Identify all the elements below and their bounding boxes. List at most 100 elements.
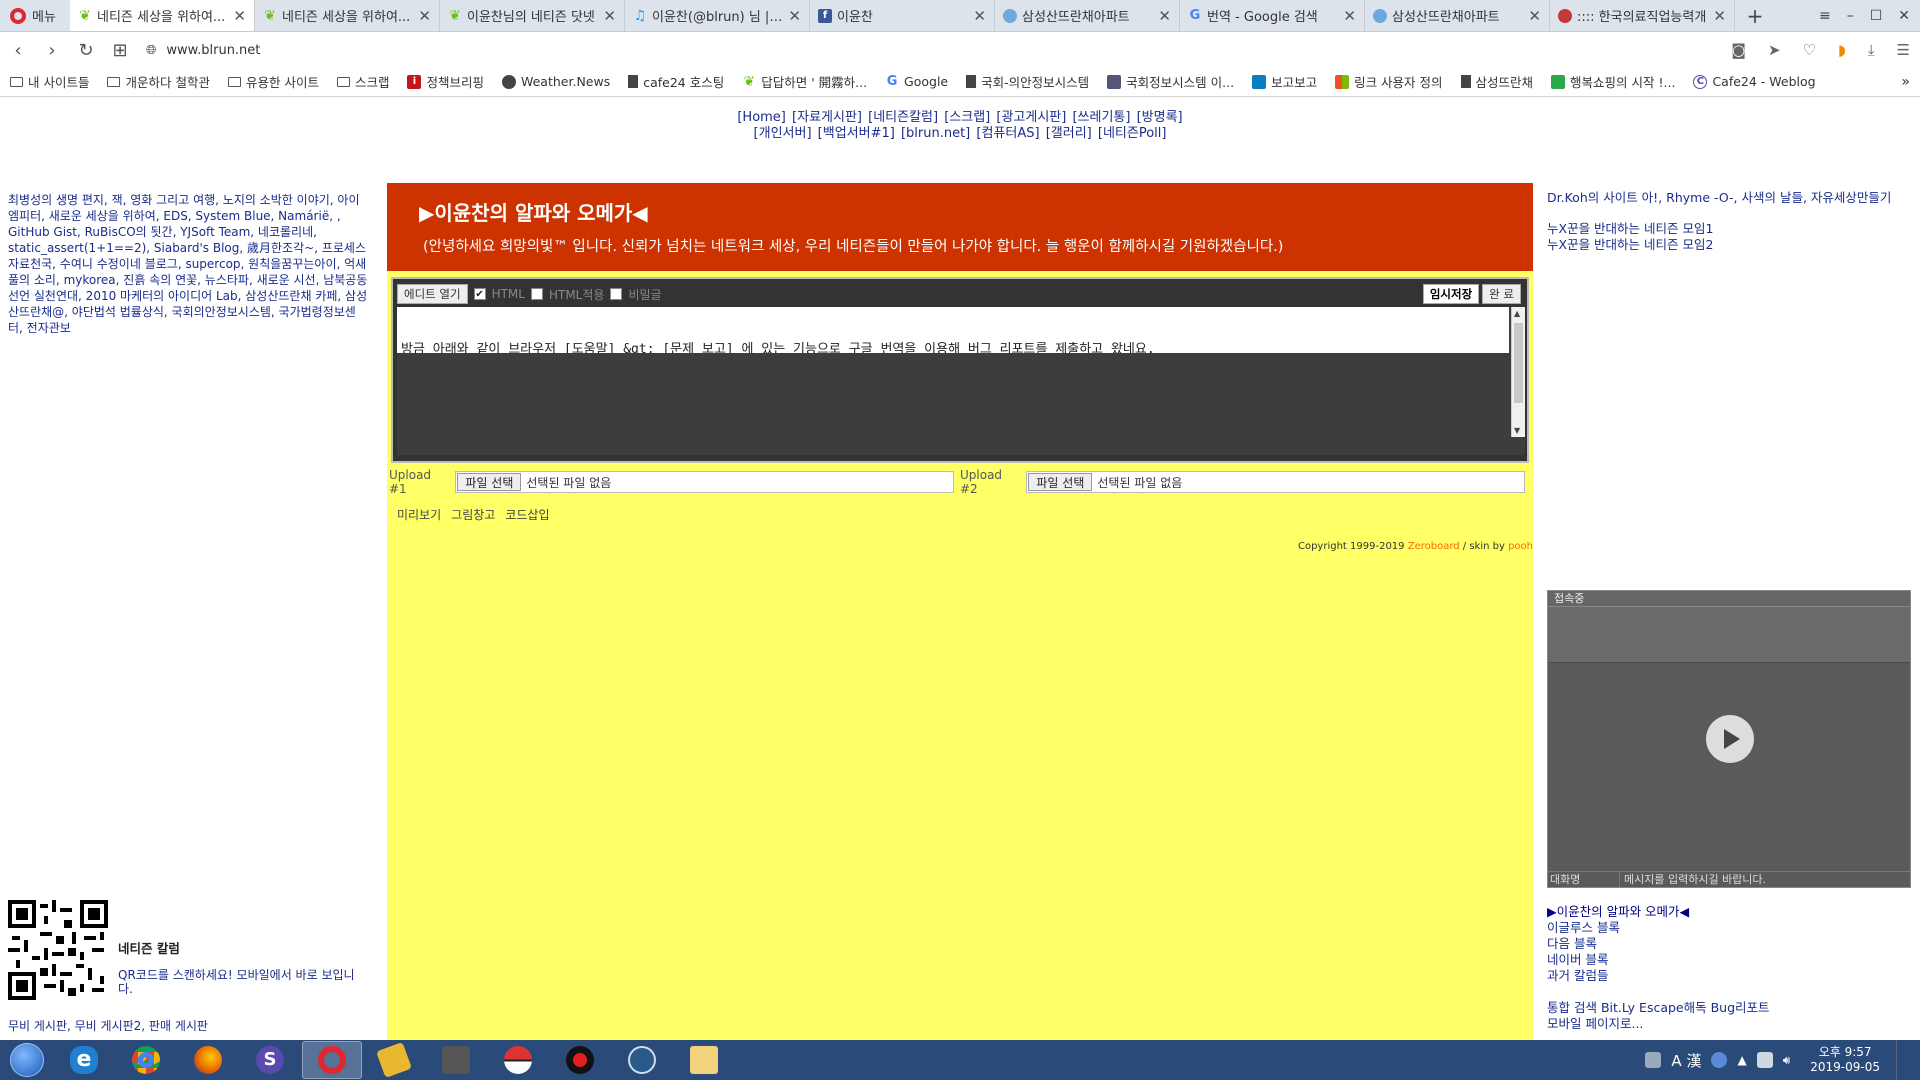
close-icon[interactable]: ✕ bbox=[418, 7, 431, 25]
bookmark-item[interactable]: cafe24 호스팅 bbox=[628, 72, 724, 91]
upload-2-button[interactable]: 파일 선택 bbox=[1028, 473, 1093, 491]
forward-icon[interactable]: › bbox=[44, 40, 60, 61]
bookmark-item[interactable]: 유용한 사이트 bbox=[227, 72, 319, 91]
temp-save-button[interactable]: 임시저장 bbox=[1422, 284, 1480, 304]
friend-links[interactable]: 최병성의 생명 편지, 잭, 영화 그리고 여행, 노지의 소박한 이야기, 아… bbox=[8, 192, 370, 336]
back-icon[interactable]: ‹ bbox=[10, 40, 26, 61]
preview-link[interactable]: 미리보기 bbox=[397, 506, 441, 523]
upload-1-field[interactable]: 파일 선택 선택된 파일 없음 bbox=[455, 471, 954, 493]
bookmark-item[interactable]: 보고보고 bbox=[1252, 72, 1317, 91]
minimize-icon[interactable]: – bbox=[1847, 8, 1854, 24]
send-icon[interactable]: ➤ bbox=[1768, 41, 1781, 59]
reload-icon[interactable]: ↻ bbox=[78, 40, 94, 61]
bookmark-item[interactable]: 삼성뜨란채 bbox=[1460, 72, 1533, 91]
tab-6[interactable]: G 번역 - Google 검색 ✕ bbox=[1180, 0, 1365, 31]
heart-icon[interactable]: ♡ bbox=[1803, 41, 1816, 59]
camera-icon[interactable]: ◙ bbox=[1731, 41, 1746, 59]
ime-indicator[interactable]: A 漢 bbox=[1671, 1050, 1701, 1071]
folder-icon[interactable] bbox=[674, 1041, 734, 1079]
editor-textarea[interactable]: 방금 아래와 같이 브라우저 [도움말] &gt; [문제 보고] 에 있는 기… bbox=[397, 307, 1525, 455]
zeroboard-link[interactable]: Zeroboard bbox=[1408, 541, 1460, 552]
easy-setup-icon[interactable]: ☰ bbox=[1897, 41, 1910, 59]
nav-link[interactable]: [갤러리] bbox=[1046, 126, 1092, 141]
speed-dial-icon[interactable]: ⊞ bbox=[112, 40, 128, 61]
right-bottom-link[interactable]: 이글루스 블록 bbox=[1547, 920, 1917, 936]
upload-2-field[interactable]: 파일 선택 선택된 파일 없음 bbox=[1026, 471, 1525, 493]
close-icon[interactable]: ✕ bbox=[973, 7, 986, 25]
editor-scrollbar[interactable]: ▲ ▼ bbox=[1511, 307, 1525, 437]
record-icon[interactable] bbox=[550, 1041, 610, 1079]
volume-icon[interactable]: 🔊︎ bbox=[1783, 1053, 1791, 1068]
tab-1[interactable]: ❦ 네티즌 세상을 위하여... ✕ bbox=[255, 0, 440, 31]
rss-icon[interactable]: ◗ bbox=[1838, 41, 1846, 59]
skin-link[interactable]: pooh bbox=[1508, 541, 1533, 552]
tab-3[interactable]: ♫ 이윤찬(@blrun) 님 | 트위 ✕ bbox=[625, 0, 810, 31]
chat-name-field[interactable]: 대화명 bbox=[1548, 872, 1620, 887]
app-s-icon[interactable]: S bbox=[240, 1041, 300, 1079]
nav-link[interactable]: [네티즌칼럼] bbox=[868, 110, 938, 125]
maximize-icon[interactable]: ☐ bbox=[1870, 8, 1883, 24]
bookmark-item[interactable]: G Google bbox=[885, 74, 948, 89]
tray-app-icon[interactable] bbox=[1645, 1052, 1662, 1068]
more-bookmarks-icon[interactable]: » bbox=[1901, 74, 1910, 90]
nav-link[interactable]: [쓰레기통] bbox=[1072, 110, 1130, 125]
ie-icon[interactable]: e bbox=[54, 1041, 114, 1079]
help-icon[interactable] bbox=[1711, 1052, 1728, 1068]
tab-menu-icon[interactable]: ≡ bbox=[1819, 8, 1831, 24]
bookmark-item[interactable]: 내 사이트들 bbox=[10, 72, 89, 91]
clock[interactable]: 오후 9:57 2019-09-05 bbox=[1810, 1045, 1880, 1075]
bookmark-item[interactable]: ❦ 답답하면 ' 開霧하... bbox=[742, 72, 867, 91]
nav-link[interactable]: [Home] bbox=[737, 110, 786, 125]
pokeball-icon[interactable] bbox=[488, 1041, 548, 1079]
scroll-down-icon[interactable]: ▼ bbox=[1514, 426, 1520, 435]
firefox-icon[interactable] bbox=[178, 1041, 238, 1079]
tab-2[interactable]: ❦ 이윤찬님의 네티즌 닷넷 ✕ bbox=[440, 0, 625, 31]
tab-8[interactable]: :::: 한국의료직업능력개 ✕ bbox=[1550, 0, 1735, 31]
close-icon[interactable]: ✕ bbox=[1158, 7, 1171, 25]
network-icon[interactable] bbox=[1756, 1052, 1773, 1068]
right-bottom-link[interactable]: 다음 블록 bbox=[1547, 936, 1917, 952]
scroll-up-icon[interactable]: ▲ bbox=[1514, 309, 1520, 318]
download-icon[interactable]: ⤓ bbox=[1868, 41, 1875, 59]
winamp-icon[interactable] bbox=[364, 1041, 424, 1079]
right-bottom-link[interactable]: 네이버 블록 bbox=[1547, 952, 1917, 968]
url-field[interactable]: 🌐︎ www.blrun.net bbox=[146, 43, 260, 58]
play-button[interactable] bbox=[1706, 715, 1754, 763]
html-apply-checkbox[interactable] bbox=[530, 288, 543, 300]
show-desktop-button[interactable] bbox=[1896, 1040, 1908, 1080]
bookmark-item[interactable]: 국회-의안정보시스템 bbox=[966, 72, 1089, 91]
right-link-3[interactable]: 누X꾼을 반대하는 네티즌 모임2 bbox=[1547, 237, 1917, 253]
browser-menu-button[interactable]: 메뉴 bbox=[0, 0, 70, 31]
upload-1-button[interactable]: 파일 선택 bbox=[457, 473, 522, 491]
bookmark-item[interactable]: 국회정보시스템 이... bbox=[1107, 72, 1234, 91]
bookmark-item[interactable]: 링크 사용자 정의 bbox=[1335, 72, 1443, 91]
right-link-2[interactable]: 누X꾼을 반대하는 네티즌 모임1 bbox=[1547, 221, 1917, 237]
right-link-1[interactable]: Dr.Koh의 사이트 아!, Rhyme -O-, 사색의 날들, 자유세상만… bbox=[1547, 190, 1917, 206]
tree-icon[interactable] bbox=[612, 1041, 672, 1079]
tab-5[interactable]: 삼성산뜨란채아파트 ✕ bbox=[995, 0, 1180, 31]
bookmark-item[interactable]: i 정책브리핑 bbox=[407, 72, 484, 91]
book-icon[interactable] bbox=[426, 1041, 486, 1079]
done-button[interactable]: 완 료 bbox=[1482, 284, 1521, 304]
tab-7[interactable]: 삼성산뜨란채아파트 ✕ bbox=[1365, 0, 1550, 31]
right-bottom-link[interactable]: 과거 칼럼들 bbox=[1547, 968, 1917, 984]
insert-code-link[interactable]: 코드삽입 bbox=[505, 506, 549, 523]
close-icon[interactable]: ✕ bbox=[233, 7, 246, 25]
html-checkbox[interactable]: ✔ bbox=[473, 288, 486, 300]
nav-link[interactable]: [개인서버] bbox=[754, 126, 812, 141]
board-links[interactable]: 무비 게시판, 무비 게시판2, 판매 게시판 bbox=[8, 1017, 208, 1034]
image-storage-link[interactable]: 그림창고 bbox=[451, 506, 495, 523]
tab-4[interactable]: f 이윤찬 ✕ bbox=[810, 0, 995, 31]
editor-text[interactable]: 방금 아래와 같이 브라우저 [도움말] &gt; [문제 보고] 에 있는 기… bbox=[397, 307, 1509, 353]
bookmark-item[interactable]: 스크랩 bbox=[336, 72, 389, 91]
opera-icon[interactable] bbox=[302, 1041, 362, 1079]
close-icon[interactable]: ✕ bbox=[1343, 7, 1356, 25]
nav-link[interactable]: [컴퓨터AS] bbox=[976, 126, 1039, 141]
window-close-icon[interactable]: ✕ bbox=[1898, 8, 1910, 24]
start-button[interactable] bbox=[0, 1040, 54, 1080]
close-icon[interactable]: ✕ bbox=[1528, 7, 1541, 25]
nav-link[interactable]: [네티즌Poll] bbox=[1098, 126, 1167, 141]
banner-title[interactable]: ▶이윤찬의 알파와 오메가◀ bbox=[419, 197, 648, 226]
nav-link[interactable]: [방명록] bbox=[1137, 110, 1183, 125]
new-tab-button[interactable]: + bbox=[1735, 0, 1775, 31]
